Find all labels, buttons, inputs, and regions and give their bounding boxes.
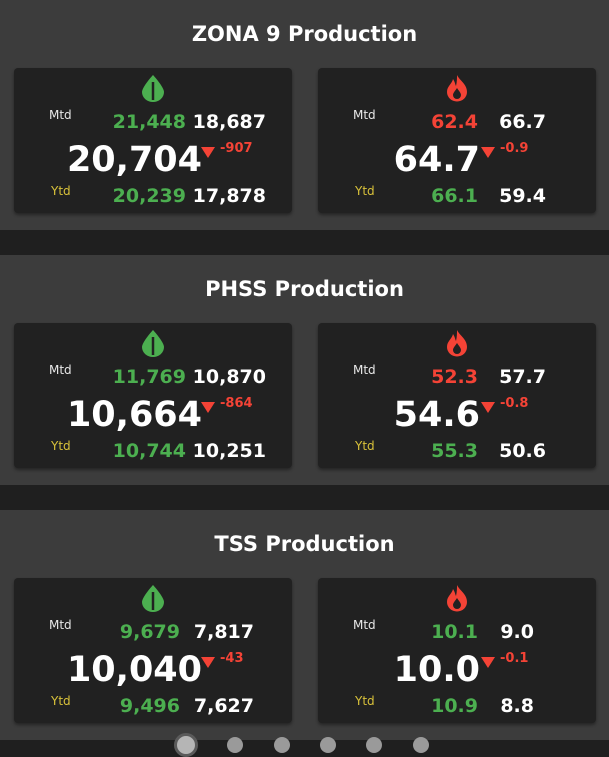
current-value: 10,664 (66, 395, 202, 435)
gas-card[interactable]: Mtd 10.1 9.0 10.0 -0.1 Ytd 10.9 8.8 (318, 578, 596, 723)
mtd-label: Mtd (49, 363, 72, 377)
ytd-target: 17,878 (192, 185, 266, 207)
current-value: 54.6 (393, 395, 480, 435)
production-section-zona9: ZONA 9 Production Mtd 21,448 18,687 20,7… (0, 0, 609, 230)
ytd-label: Ytd (51, 694, 71, 708)
ytd-actual: 66.1 (431, 185, 478, 207)
mtd-label: Mtd (353, 108, 376, 122)
mtd-actual: 11,769 (112, 366, 186, 388)
flame-icon (444, 584, 470, 612)
ytd-target: 59.4 (499, 185, 546, 207)
ytd-actual: 20,239 (112, 185, 186, 207)
mtd-target: 57.7 (499, 366, 546, 388)
gas-card[interactable]: Mtd 62.4 66.7 64.7 -0.9 Ytd 66.1 59.4 (318, 68, 596, 213)
ytd-target: 50.6 (499, 440, 546, 462)
ytd-label: Ytd (51, 184, 71, 198)
delta-value: -0.9 (500, 141, 529, 156)
down-arrow-icon (481, 657, 495, 668)
current-value: 10,040 (66, 650, 202, 690)
ytd-actual: 55.3 (431, 440, 478, 462)
production-section-tss: TSS Production Mtd 9,679 7,817 10,040 -4… (0, 510, 609, 740)
oil-drop-icon (140, 74, 166, 102)
mtd-target: 7,817 (193, 621, 254, 643)
down-arrow-icon (201, 657, 215, 668)
ytd-target: 10,251 (192, 440, 266, 462)
delta-value: -0.1 (500, 651, 529, 666)
ytd-target: 7,627 (193, 695, 254, 717)
section-title: PHSS Production (205, 277, 404, 301)
ytd-label: Ytd (355, 439, 375, 453)
mtd-label: Mtd (49, 108, 72, 122)
ytd-label: Ytd (355, 694, 375, 708)
mtd-target: 10,870 (192, 366, 266, 388)
delta-value: -0.8 (500, 396, 529, 411)
ytd-target: 8.8 (500, 695, 534, 717)
mtd-actual: 10.1 (431, 621, 478, 643)
mtd-target: 18,687 (192, 111, 266, 133)
mtd-label: Mtd (49, 618, 72, 632)
oil-card[interactable]: Mtd 11,769 10,870 10,664 -864 Ytd 10,744… (14, 323, 292, 468)
current-value: 10.0 (393, 650, 480, 690)
flame-icon (444, 329, 470, 357)
oil-card[interactable]: Mtd 21,448 18,687 20,704 -907 Ytd 20,239… (14, 68, 292, 213)
ytd-actual: 10.9 (431, 695, 478, 717)
section-title: TSS Production (214, 532, 395, 556)
gas-card[interactable]: Mtd 52.3 57.7 54.6 -0.8 Ytd 55.3 50.6 (318, 323, 596, 468)
oil-card[interactable]: Mtd 9,679 7,817 10,040 -43 Ytd 9,496 7,6… (14, 578, 292, 723)
mtd-actual: 9,679 (119, 621, 180, 643)
mtd-target: 66.7 (499, 111, 546, 133)
mtd-actual: 62.4 (431, 111, 478, 133)
ytd-actual: 10,744 (112, 440, 186, 462)
ytd-label: Ytd (51, 439, 71, 453)
ytd-actual: 9,496 (119, 695, 180, 717)
mtd-actual: 21,448 (112, 111, 186, 133)
delta-value: -907 (220, 141, 253, 156)
delta-value: -43 (220, 651, 244, 666)
flame-icon (444, 74, 470, 102)
production-section-phss: PHSS Production Mtd 11,769 10,870 10,664… (0, 255, 609, 485)
mtd-label: Mtd (353, 618, 376, 632)
delta-value: -864 (220, 396, 253, 411)
current-value: 64.7 (393, 140, 480, 180)
oil-drop-icon (140, 584, 166, 612)
ytd-label: Ytd (355, 184, 375, 198)
current-value: 20,704 (66, 140, 202, 180)
mtd-target: 9.0 (500, 621, 534, 643)
down-arrow-icon (481, 147, 495, 158)
section-title: ZONA 9 Production (191, 22, 418, 46)
page-dot-1[interactable] (174, 733, 198, 757)
down-arrow-icon (201, 147, 215, 158)
mtd-label: Mtd (353, 363, 376, 377)
down-arrow-icon (481, 402, 495, 413)
down-arrow-icon (201, 402, 215, 413)
oil-drop-icon (140, 329, 166, 357)
mtd-actual: 52.3 (431, 366, 478, 388)
